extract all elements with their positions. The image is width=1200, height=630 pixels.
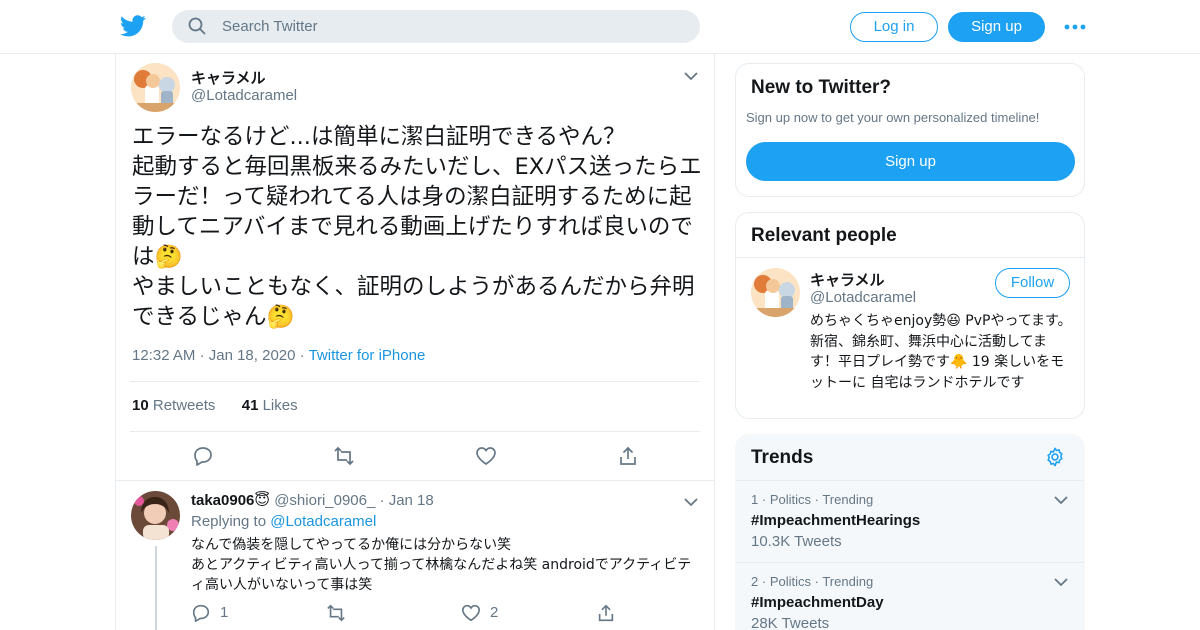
trend-item[interactable]: 1 · Politics · Trending #ImpeachmentHear… [736,480,1084,562]
follow-button[interactable]: Follow [995,268,1070,298]
trend-category: Politics [769,492,811,507]
trends-title: Trends [751,447,814,468]
tweet-stats: 10 Retweets 41 Likes [132,397,298,414]
trend-category: Politics [769,574,811,589]
heart-icon [461,604,481,622]
trends-card: Trends 1 · Politics · Trending #Impeachm… [735,434,1085,630]
likes-label: Likes [262,397,298,414]
trend-meta: 1 · Politics · Trending [751,492,873,507]
retweet-icon[interactable] [333,445,355,467]
replying-prefix: Replying to [191,513,267,530]
meta-separator: · [299,347,309,364]
gear-icon[interactable] [1044,446,1066,468]
divider [736,257,1084,258]
author-name[interactable]: キャラメル [191,67,266,88]
thread-line [155,546,157,630]
meta-separator: · [761,492,770,507]
reply-retweet-action[interactable] [326,603,348,623]
reply-icon [192,604,210,622]
relevant-people-title: Relevant people [751,225,897,246]
trend-meta: 2 · Politics · Trending [751,574,873,589]
tweet-text: エラーなるけど...は簡単に潔白証明できるやん？ 起動すると毎回黒板来るみたいだ… [132,124,702,330]
share-icon [598,604,614,622]
avatar[interactable] [131,63,180,112]
reply-icon[interactable] [192,445,214,467]
chevron-down-icon[interactable] [684,497,698,507]
author-handle[interactable]: @Lotadcaramel [191,87,297,104]
replying-to: Replying to @Lotadcaramel [191,513,376,530]
trend-count: 10.3K Tweets [751,533,842,550]
search-icon [188,17,206,35]
reply-header: taka0906😇 @shiori_0906_ · Jan 18 [191,491,434,509]
more-dots-icon[interactable] [1063,17,1087,37]
top-bar: Log in Sign up [0,0,1200,54]
reply-share-action[interactable] [596,603,618,623]
trend-name[interactable]: #ImpeachmentHearings [751,512,920,529]
trend-rank: 2 [751,574,759,589]
tweet-source-link[interactable]: Twitter for iPhone [309,347,426,364]
reply-count: 1 [220,604,229,621]
reply-author-handle[interactable]: @shiori_0906_ [274,492,375,509]
person-avatar-image [751,268,800,317]
trend-status: Trending [822,492,874,507]
meta-separator: · [761,574,770,589]
share-icon[interactable] [617,445,639,467]
trend-status: Trending [822,574,874,589]
reply-date[interactable]: Jan 18 [389,492,434,509]
trend-rank: 1 [751,492,759,507]
heart-icon[interactable] [475,445,497,467]
tweet-date[interactable]: Jan 18, 2020 [209,347,296,364]
person-avatar[interactable] [751,268,800,317]
retweets-count: 10 [132,397,149,414]
reply-avatar-image [131,491,180,540]
tweet-meta: 12:32 AM · Jan 18, 2020 · Twitter for iP… [132,347,425,364]
meta-separator: · [379,492,389,509]
person-handle[interactable]: @Lotadcaramel [810,289,916,306]
trend-name[interactable]: #ImpeachmentDay [751,594,884,611]
login-button[interactable]: Log in [850,12,938,42]
likes-count: 41 [241,397,259,414]
chevron-down-icon[interactable] [1054,495,1068,505]
relevant-people-card: Relevant people キャラメル @Lotadcaramel Foll… [735,212,1085,419]
avatar-image [131,63,180,112]
divider [130,431,700,432]
chevron-down-icon[interactable] [1054,577,1068,587]
reply-text: なんで偽装を隠してやってるか俺には分からない笑 あとアクティビティ高い人って揃っ… [191,537,692,593]
meta-separator: · [199,347,209,364]
trend-count: 28K Tweets [751,615,830,630]
likes-stat[interactable]: 41 Likes [242,397,298,414]
retweets-stat[interactable]: 10 Retweets [132,397,215,414]
chevron-down-icon[interactable] [684,71,698,81]
reply-author-name[interactable]: taka0906😇 [191,492,270,509]
new-to-twitter-subtitle: Sign up now to get your own personalized… [746,110,1040,125]
search-input[interactable] [222,10,682,43]
retweets-label: Retweets [152,397,216,414]
like-count: 2 [490,604,499,621]
person-bio: めちゃくちゃenjoy勢😆 PvPやってます。新宿、錦糸町、舞浜中心に活動してま… [810,313,1072,391]
search-box[interactable] [172,10,700,43]
twitter-bird-icon[interactable] [120,14,146,38]
new-to-twitter-card: New to Twitter? Sign up now to get your … [735,63,1085,197]
signup-button[interactable]: Sign up [948,12,1045,42]
person-name[interactable]: キャラメル [810,269,885,290]
new-to-twitter-title: New to Twitter? [751,77,892,98]
sidebar-signup-button[interactable]: Sign up [746,142,1075,181]
retweet-icon [327,604,345,622]
reply-avatar[interactable] [131,491,180,540]
replying-to-link[interactable]: @Lotadcaramel [270,513,376,530]
trend-item[interactable]: 2 · Politics · Trending #ImpeachmentDay … [736,562,1084,630]
divider [116,480,714,481]
main-column: キャラメル @Lotadcaramel エラーなるけど...は簡単に潔白証明でき… [115,54,715,630]
tweet-time[interactable]: 12:32 AM [132,347,195,364]
divider [130,381,700,382]
